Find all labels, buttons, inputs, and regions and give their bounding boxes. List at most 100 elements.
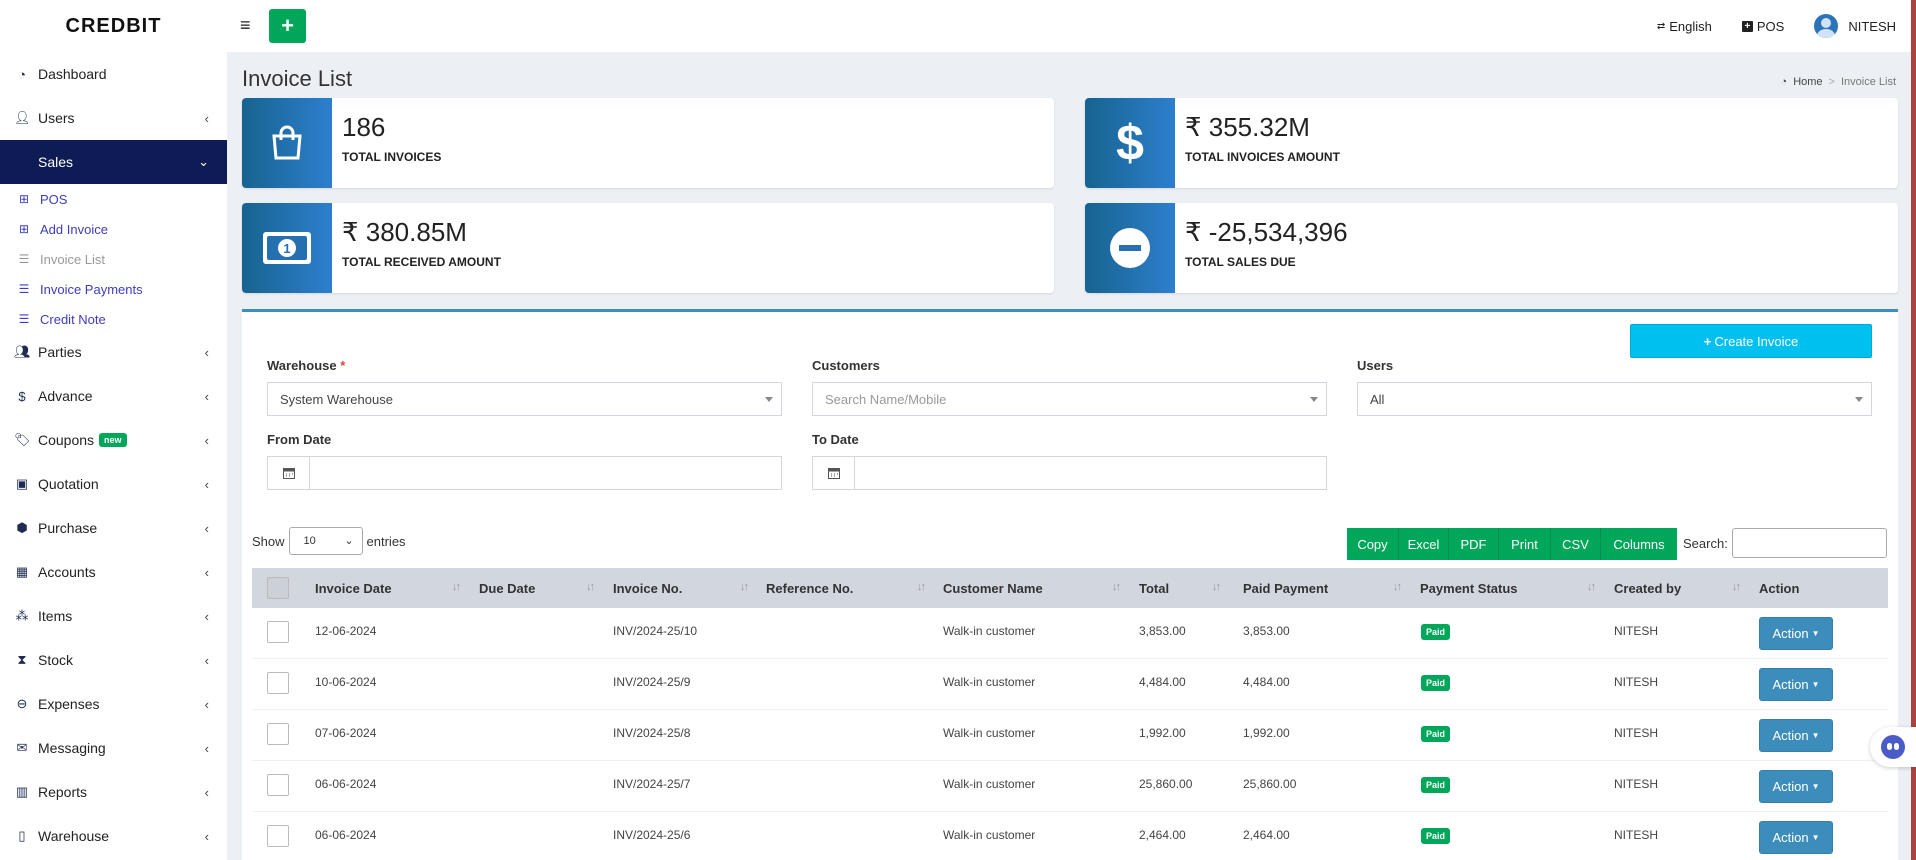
row-checkbox[interactable] [267,723,289,745]
search-input[interactable] [1732,528,1887,558]
create-invoice-button[interactable]: + Create Invoice [1630,324,1872,358]
action-button[interactable]: Action ▼ [1759,719,1833,752]
row-checkbox[interactable] [267,825,289,847]
col-invoice-no[interactable]: Invoice No. [613,568,682,608]
action-button[interactable]: Action ▼ [1759,617,1833,650]
sort-icon: ↓↑ [1732,581,1741,593]
action-button[interactable]: Action ▼ [1759,821,1833,854]
calendar-icon[interactable] [813,457,855,489]
sidebar-item-label: Warehouse [38,828,110,844]
table-row: 12-06-2024 INV/2024-25/10 Walk-in custom… [252,608,1888,659]
cell-paid: 25,860.00 [1243,777,1297,791]
users-select[interactable]: All [1357,382,1872,416]
stat-value: ₹ 380.85M [342,217,467,247]
caret-down-icon [1855,397,1863,402]
language-selector[interactable]: ⇄ English [1657,19,1712,34]
col-paid-payment[interactable]: Paid Payment [1243,568,1328,608]
sidebar-item-accounts[interactable]: ▦ Accounts ‹ [0,550,227,594]
sidebar-subitem-invoice-payments[interactable]: ☰ Invoice Payments [0,274,227,304]
language-label: English [1669,18,1712,34]
sidebar-item-quotation[interactable]: ▣ Quotation ‹ [0,462,227,506]
plus-square-icon: ⊞ [18,192,30,206]
page-length-control: Show 10 ⌄ entries [252,527,406,555]
sidebar-subitem-invoice-list[interactable]: ☰ Invoice List [0,244,227,274]
sidebar-item-stock[interactable]: ⧗ Stock ‹ [0,638,227,682]
sidebar-item-purchase[interactable]: ⬢ Purchase ‹ [0,506,227,550]
page-length-select[interactable]: 10 ⌄ [288,527,363,555]
sidebar-item-sales[interactable]: Sales ⌄ [0,140,227,184]
quick-add-button[interactable]: + [269,9,306,43]
sidebar-item-messaging[interactable]: ✉ Messaging ‹ [0,726,227,770]
action-label: Action [1772,626,1809,641]
customers-label: Customers [812,358,880,373]
action-label: Action [1772,677,1809,692]
sidebar-subitem-add-invoice[interactable]: ⊞ Add Invoice [0,214,227,244]
sidebar-item-dashboard[interactable]: ◔ Dashboard [0,52,227,96]
caret-down-icon: ▼ [1811,833,1820,842]
pdf-button[interactable]: PDF [1449,528,1499,560]
col-total[interactable]: Total [1139,568,1169,608]
excel-button[interactable]: Excel [1399,528,1449,560]
brand-logo[interactable]: CREDBIT [0,0,227,52]
csv-button[interactable]: CSV [1551,528,1601,560]
sidebar-item-coupons[interactable]: 🏷︎ Coupons new ‹ [0,418,227,462]
menu-toggle-icon[interactable]: ≡ [240,16,251,34]
sidebar-item-users[interactable]: 👤︎ Users ‹ [0,96,227,140]
sort-icon: ↓↑ [1393,581,1402,593]
print-button[interactable]: Print [1499,528,1551,560]
search-label: Search: [1683,536,1728,551]
col-due-date[interactable]: Due Date [479,568,535,608]
chevron-left-icon: ‹ [204,110,209,126]
cell-invoice-no: INV/2024-25/8 [613,726,691,740]
stat-value: ₹ -25,534,396 [1185,217,1348,247]
pos-link[interactable]: + POS [1741,19,1784,34]
sidebar-item-items[interactable]: ⁂ Items ‹ [0,594,227,638]
chevron-left-icon: ‹ [204,784,209,800]
sidebar-item-advance[interactable]: $ Advance ‹ [0,374,227,418]
stat-card-total-invoices: 186 TOTAL INVOICES [242,98,1054,188]
row-checkbox[interactable] [267,672,289,694]
calendar-icon[interactable] [268,457,310,489]
caret-down-icon: ▼ [1811,680,1820,689]
user-menu[interactable]: NITESH [1814,14,1896,38]
to-date-field[interactable] [812,456,1327,490]
sidebar-item-label: Stock [38,652,74,668]
row-checkbox[interactable] [267,774,289,796]
col-payment-status[interactable]: Payment Status [1420,568,1518,608]
columns-button[interactable]: Columns [1601,528,1677,560]
action-button[interactable]: Action ▼ [1759,668,1833,701]
dashboard-icon: ◔ [1780,76,1788,88]
sidebar-item-expenses[interactable]: ⊖ Expenses ‹ [0,682,227,726]
select-all-checkbox[interactable] [267,577,289,599]
status-badge: Paid [1421,624,1451,640]
warehouse-select[interactable]: System Warehouse [267,382,782,416]
chatbot-launcher[interactable] [1870,727,1916,767]
row-checkbox[interactable] [267,621,289,643]
col-invoice-date[interactable]: Invoice Date [315,568,392,608]
action-button[interactable]: Action ▼ [1759,770,1833,803]
cell-customer: Walk-in customer [943,726,1036,740]
sort-icon: ↓↑ [740,581,749,593]
copy-button[interactable]: Copy [1347,528,1399,560]
sidebar-item-warehouse[interactable]: ▯ Warehouse ‹ [0,814,227,858]
new-badge: new [99,433,127,447]
caret-down-icon [1310,397,1318,402]
from-date-field[interactable] [267,456,782,490]
customers-select[interactable]: Search Name/Mobile [812,382,1327,416]
col-reference-no[interactable]: Reference No. [766,568,853,608]
cell-created-by: NITESH [1614,624,1659,638]
sidebar-item-label: Purchase [38,520,98,536]
caret-down-icon: ▼ [1811,782,1820,791]
sidebar-subitem-pos[interactable]: ⊞ POS [0,184,227,214]
col-created-by[interactable]: Created by [1614,568,1681,608]
money-bill-icon: 1 [242,203,332,293]
col-customer-name[interactable]: Customer Name [943,568,1043,608]
cell-invoice-no: INV/2024-25/9 [613,675,691,689]
sidebar-item-label: Accounts [38,564,96,580]
sidebar-item-parties[interactable]: 👥︎ Parties ‹ [0,330,227,374]
sidebar-item-reports[interactable]: ▥ Reports ‹ [0,770,227,814]
caret-down-icon: ▼ [1811,629,1820,638]
sidebar-item-label: Messaging [38,740,106,756]
breadcrumb-home[interactable]: Home [1793,76,1822,88]
col-action: Action [1759,580,1800,596]
